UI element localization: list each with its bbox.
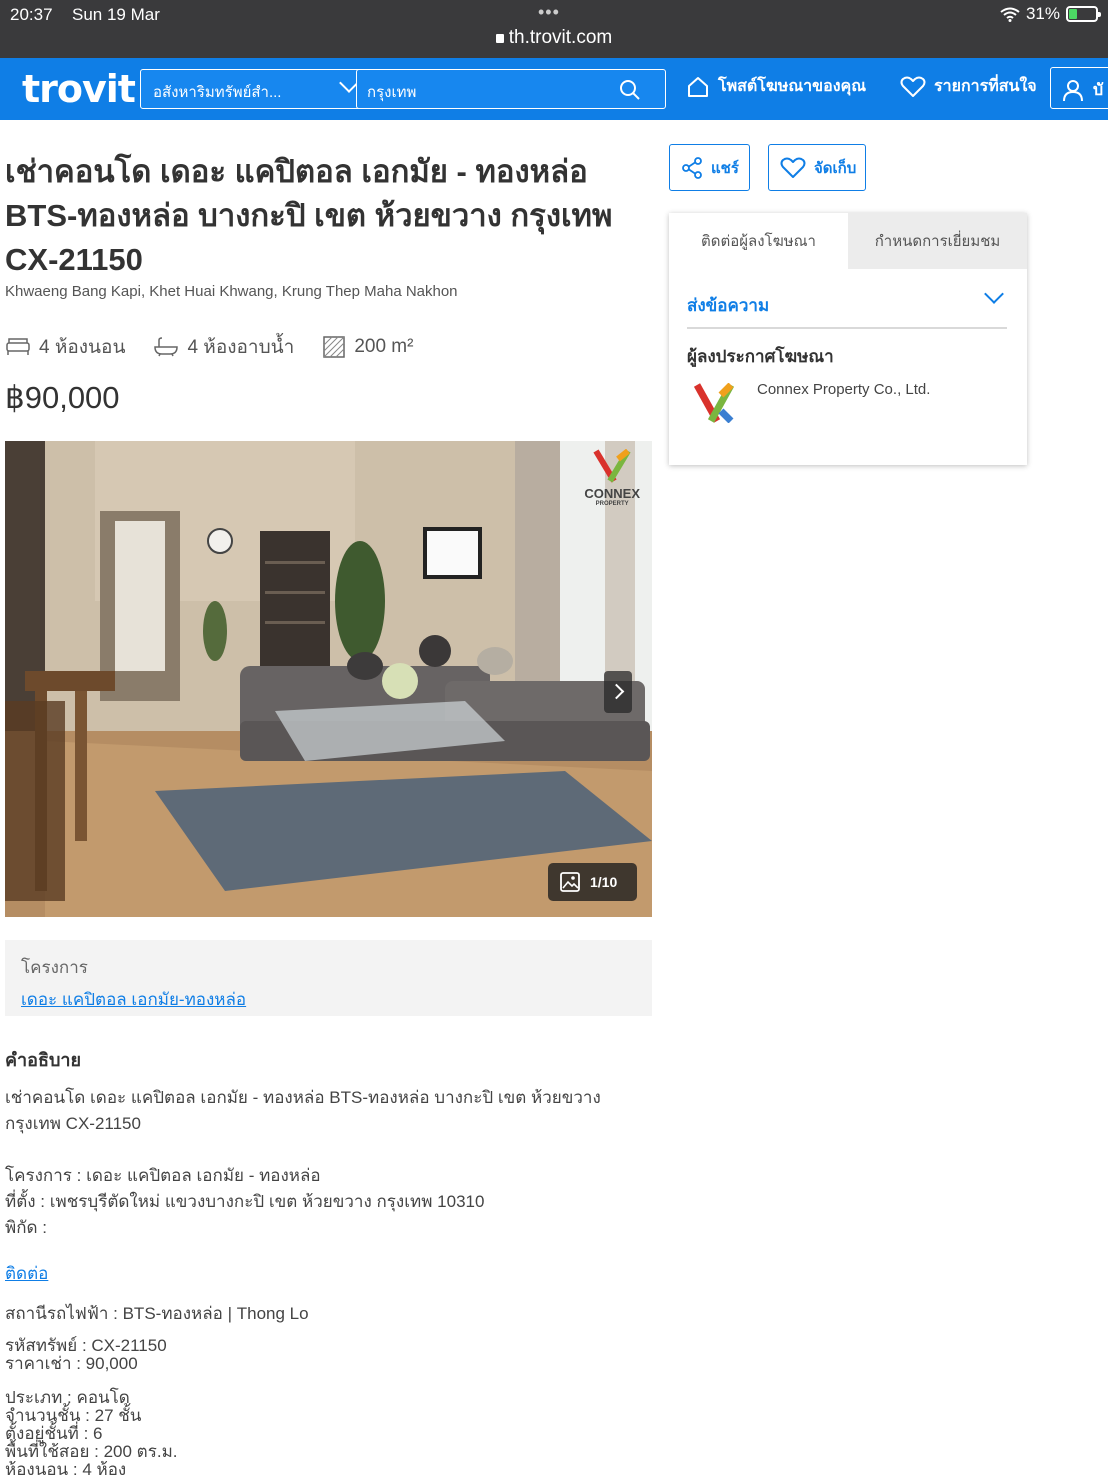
room-photo-illustration: [5, 441, 652, 917]
send-message-toggle[interactable]: ส่งข้อความ: [687, 283, 1007, 329]
save-label: จัดเก็บ: [814, 159, 857, 177]
battery-percent: 31%: [1025, 4, 1060, 23]
heart-icon: [900, 76, 926, 97]
send-message-label: ส่งข้อความ: [687, 296, 770, 315]
contact-link[interactable]: ติดต่อ: [5, 1264, 48, 1283]
chevron-down-icon: [984, 284, 1004, 304]
description-station: สถานีรถไฟฟ้า : BTS-ทองหล่อ | Thong Lo: [5, 1304, 309, 1323]
user-icon: [1063, 80, 1083, 102]
watermark-text: CONNEX: [584, 486, 640, 501]
lock-icon: [495, 34, 504, 43]
description-coordinates: พิกัด :: [5, 1218, 47, 1237]
advertiser-name: Connex Property Co., Ltd.: [757, 381, 931, 398]
photo-counter: 1/10: [590, 874, 618, 890]
more-dots-icon[interactable]: •••: [538, 2, 560, 23]
area-icon: [323, 336, 346, 358]
status-indicators: 31%: [1000, 4, 1101, 24]
description-area: พื้นที่ใช้สอย : 200 ตร.ม.: [5, 1442, 178, 1461]
favorites-link[interactable]: รายการที่สนใจ: [900, 74, 1037, 99]
listing-price: ฿90,000: [5, 380, 120, 415]
connex-logo-mark: [593, 448, 631, 483]
post-ad-link[interactable]: โพสต์โฆษณาของคุณ: [686, 74, 866, 99]
bed-icon: [6, 338, 30, 355]
tab-schedule-visit[interactable]: กำหนดการเยี่ยมชม: [848, 213, 1027, 269]
gallery-counter-button[interactable]: 1/10: [548, 863, 637, 901]
gallery-next-button[interactable]: [604, 671, 632, 713]
battery-icon: [1066, 6, 1101, 22]
area-feature: 200 m²: [322, 335, 413, 359]
description-project: โครงการ : เดอะ แคปิตอล เอกมัย - ทองหล่อ: [5, 1166, 321, 1185]
description-heading: คำอธิบาย: [5, 1050, 82, 1070]
watermark-subtext: PROPERTY: [595, 501, 629, 507]
description-floors: จำนวนชั้น : 27 ชั้น: [5, 1406, 142, 1425]
description-body: เช่าคอนโด เดอะ แคปิตอล เอกมัย - ทองหล่อ …: [5, 1085, 645, 1478]
bathtub-icon: [154, 337, 179, 357]
project-box: โครงการ เดอะ แคปิตอล เอกมัย-ทองหล่อ: [5, 940, 652, 1016]
browser-status-bar: 20:37 Sun 19 Mar ••• th.trovit.com 31%: [0, 0, 1108, 58]
category-select[interactable]: อสังหาริมทรัพย์สำ...: [140, 69, 369, 109]
description-rooms: ห้องนอน : 4 ห้อง: [5, 1460, 127, 1478]
description-floor: ตั้งอยู่ชั้นที่ : 6: [5, 1424, 103, 1443]
favorites-label: รายการที่สนใจ: [934, 78, 1037, 95]
contact-tabs: ติดต่อผู้ลงโฆษณา กำหนดการเยี่ยมชม: [669, 213, 1027, 269]
wifi-icon: [1000, 7, 1020, 22]
description-intro: เช่าคอนโด เดอะ แคปิตอล เอกมัย - ทองหล่อ …: [5, 1088, 601, 1133]
site-header: trovit อสังหาริมทรัพย์สำ... กรุงเทพ โพสต…: [0, 58, 1108, 120]
listing-features: 4 ห้องนอน 4 ห้องอาบน้ำ 200 m²: [5, 332, 413, 362]
description-rent: ราคาเช่า : 90,000: [5, 1354, 138, 1373]
battery-level: [1069, 9, 1077, 19]
contact-panel: ติดต่อผู้ลงโฆษณา กำหนดการเยี่ยมชม ส่งข้อ…: [669, 213, 1027, 465]
save-button[interactable]: จัดเก็บ: [768, 144, 866, 191]
description-code: รหัสทรัพย์ : CX-21150: [5, 1336, 167, 1355]
description-type: ประเภท : คอนโด: [5, 1388, 130, 1407]
date: Sun 19 Mar: [72, 5, 160, 24]
advertiser-logo: [693, 383, 735, 423]
bedrooms-text: 4 ห้องนอน: [39, 337, 126, 358]
heart-icon: [780, 157, 806, 178]
address-bar[interactable]: th.trovit.com: [0, 27, 1108, 49]
share-icon: [682, 156, 702, 179]
project-label: โครงการ: [21, 958, 88, 977]
trovit-logo[interactable]: trovit: [22, 67, 136, 111]
area-text: 200 m²: [354, 336, 414, 357]
category-select-value: อสังหาริมทรัพย์สำ...: [153, 84, 282, 101]
clock: 20:37: [10, 5, 53, 24]
bathrooms-feature: 4 ห้องอาบน้ำ: [153, 332, 294, 362]
post-ad-label: โพสต์โฆษณาของคุณ: [718, 78, 867, 95]
url-text: th.trovit.com: [508, 27, 613, 48]
listing-address: Khwaeng Bang Kapi, Khet Huai Khwang, Kru…: [5, 283, 458, 300]
advertiser-heading: ผู้ลงประกาศโฆษณา: [687, 347, 834, 366]
listing-title: เช่าคอนโด เดอะ แคปิตอล เอกมัย - ทองหล่อ …: [5, 154, 613, 277]
tab-contact-advertiser[interactable]: ติดต่อผู้ลงโฆษณา: [669, 213, 848, 269]
home-icon: [688, 76, 708, 97]
share-label: แชร์: [711, 159, 739, 177]
connex-watermark: CONNEX PROPERTY: [584, 448, 640, 507]
search-input[interactable]: กรุงเทพ: [356, 69, 666, 109]
bedrooms-feature: 4 ห้องนอน: [5, 332, 125, 362]
share-button[interactable]: แชร์: [669, 144, 750, 191]
bathrooms-text: 4 ห้องอาบน้ำ: [187, 337, 295, 358]
listing-photo[interactable]: CONNEX PROPERTY 1/10: [5, 441, 652, 917]
search-icon[interactable]: [619, 79, 641, 101]
account-label: บั: [1093, 82, 1104, 99]
description-location: ที่ตั้ง : เพชรบุรีตัดใหม่ แขวงบางกะปิ เข…: [5, 1192, 485, 1211]
search-value: กรุงเทพ: [367, 84, 417, 101]
image-icon: [560, 872, 580, 892]
project-link[interactable]: เดอะ แคปิตอล เอกมัย-ทองหล่อ: [21, 986, 636, 1013]
account-button[interactable]: บั: [1050, 67, 1108, 109]
